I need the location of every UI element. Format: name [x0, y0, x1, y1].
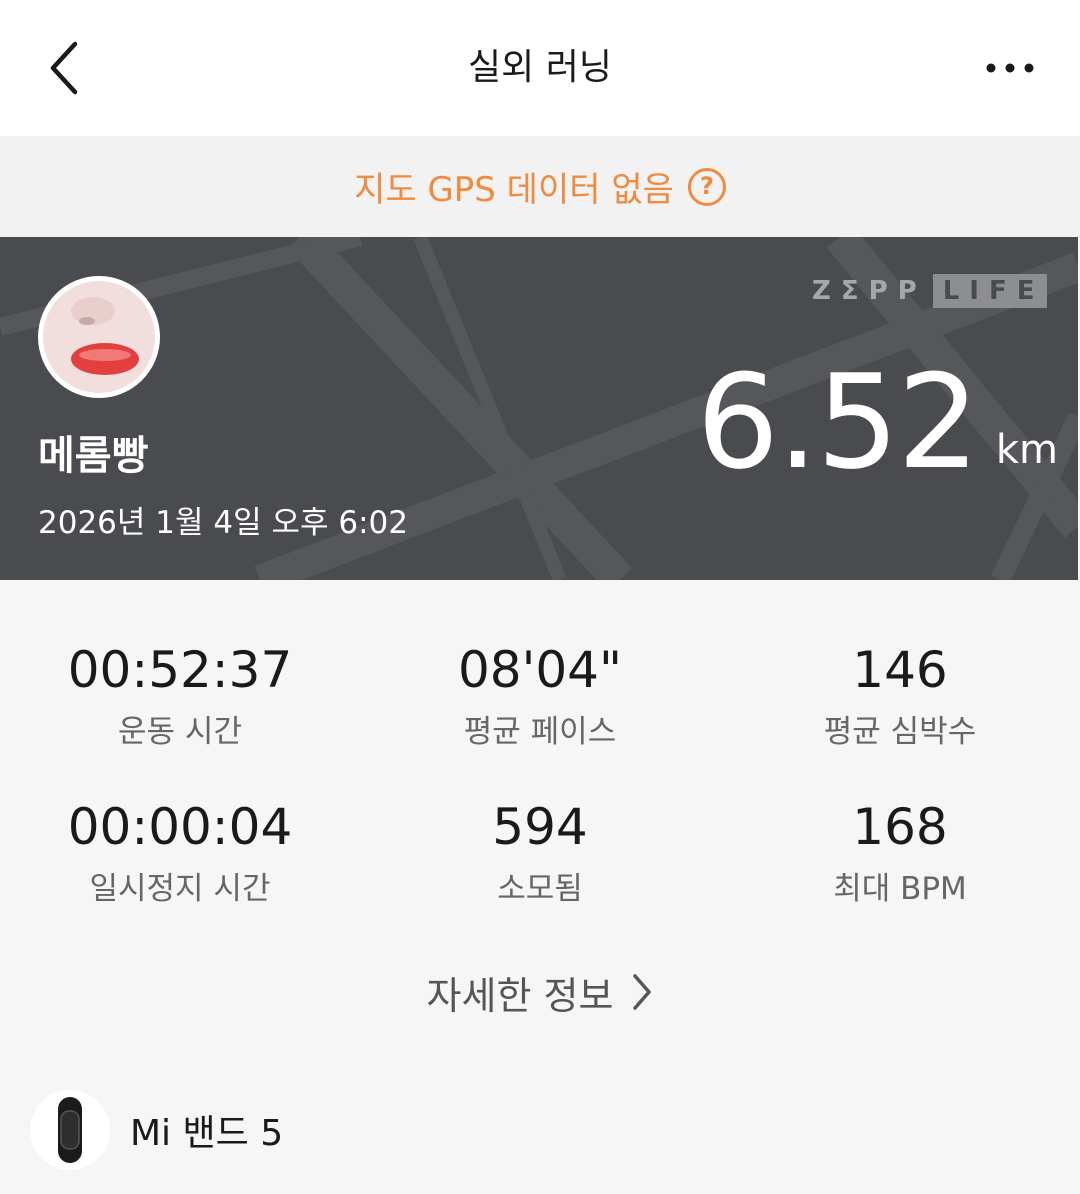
stat-value: 00:00:04 — [67, 798, 293, 856]
avatar[interactable] — [38, 276, 160, 398]
stat-value: 146 — [852, 641, 948, 699]
stat-calories: 594 소모됨 — [360, 797, 720, 909]
more-options-button[interactable] — [970, 36, 1050, 100]
workout-datetime: 2026년 1월 4일 오후 6:02 — [38, 505, 408, 541]
gps-warning-banner: 지도 GPS 데이터 없음 ? — [0, 136, 1080, 237]
brand-primary: ZΣPP — [812, 276, 927, 306]
gps-warning-text: 지도 GPS 데이터 없음 — [354, 170, 674, 210]
username: 메롬빵 — [38, 433, 149, 479]
distance-value: 6.52 — [696, 346, 979, 498]
avatar-image — [43, 281, 155, 393]
back-button[interactable] — [30, 30, 100, 106]
stat-pause-time: 00:00:04 일시정지 시간 — [0, 797, 360, 909]
stat-label: 최대 BPM — [833, 871, 967, 907]
distance-unit: km — [995, 427, 1058, 473]
brand-secondary: LIFE — [932, 274, 1047, 308]
stat-label: 일시정지 시간 — [89, 871, 271, 907]
stat-workout-time: 00:52:37 운동 시간 — [0, 640, 360, 752]
details-label: 자세한 정보 — [426, 973, 614, 1018]
device-name: Mi 밴드 5 — [130, 1113, 284, 1154]
stat-value: 08'04" — [458, 641, 622, 699]
top-bar: 실외 러닝 — [0, 0, 1080, 136]
stat-value: 00:52:37 — [67, 641, 293, 699]
stat-average-heart-rate: 146 평균 심박수 — [720, 640, 1080, 752]
stat-label: 평균 심박수 — [823, 714, 977, 750]
chevron-right-icon — [633, 974, 652, 1010]
stat-max-bpm: 168 최대 BPM — [720, 797, 1080, 909]
stats-grid: 00:52:37 운동 시간 08'04" 평균 페이스 146 평균 심박수 … — [0, 640, 1080, 930]
zepp-life-logo: ZΣPP LIFE — [812, 274, 1047, 308]
stat-value: 168 — [852, 798, 948, 856]
device-row[interactable]: Mi 밴드 5 — [0, 1080, 1080, 1180]
details-button[interactable]: 자세한 정보 — [380, 960, 700, 1024]
page-title: 실외 러닝 — [468, 47, 612, 88]
stat-label: 소모됨 — [497, 871, 583, 907]
help-icon[interactable]: ? — [687, 167, 726, 206]
stat-average-pace: 08'04" 평균 페이스 — [360, 640, 720, 752]
chevron-left-icon — [50, 41, 78, 95]
workout-summary-card: 메롬빵 2026년 1월 4일 오후 6:02 ZΣPP LIFE 6.52 k… — [0, 237, 1078, 580]
distance-display: 6.52 km — [696, 357, 1058, 487]
stat-label: 운동 시간 — [118, 714, 242, 750]
stat-value: 594 — [492, 798, 588, 856]
stat-label: 평균 페이스 — [463, 714, 617, 750]
more-horizontal-icon — [986, 63, 1034, 73]
band-icon — [30, 1090, 110, 1170]
